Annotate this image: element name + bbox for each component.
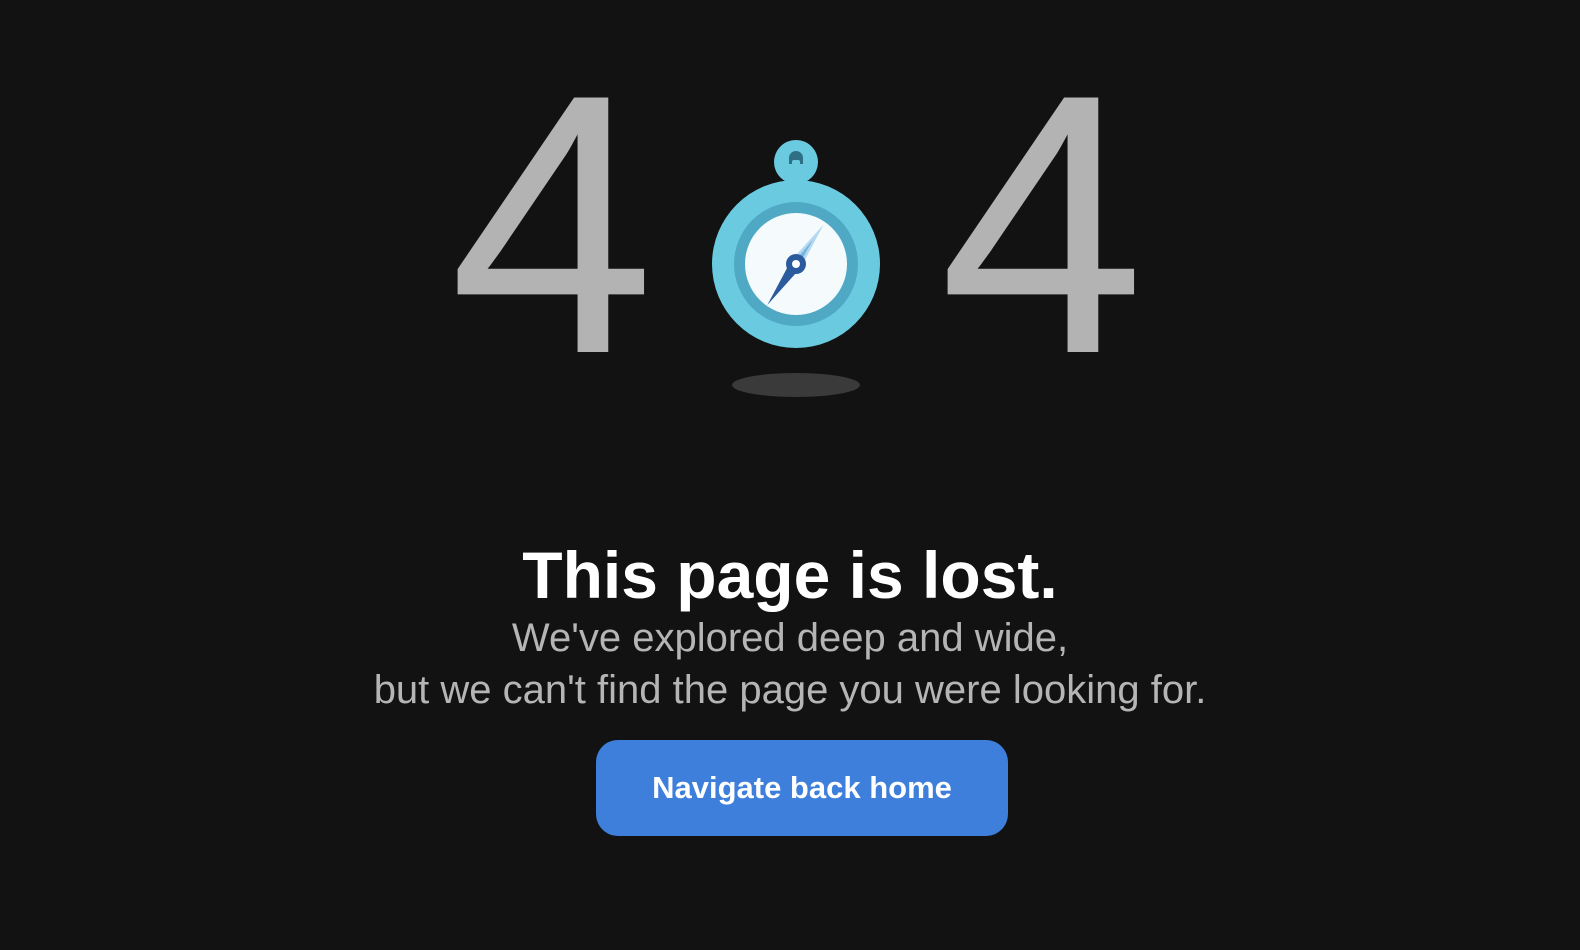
page-title: This page is lost. xyxy=(522,538,1058,612)
error-description: We've explored deep and wide, but we can… xyxy=(0,612,1580,716)
error-description-line-1: We've explored deep and wide, xyxy=(511,616,1069,660)
compass-icon xyxy=(706,136,896,406)
error-description-line-2: but we can't find the page you were look… xyxy=(373,668,1207,712)
error-digit-left: 4 xyxy=(449,18,655,431)
navigate-home-button[interactable]: Navigate back home xyxy=(596,740,1008,836)
error-digit-right: 4 xyxy=(939,18,1145,431)
not-found-page: 4 4 This page is lost. We've explored de… xyxy=(0,0,1580,950)
